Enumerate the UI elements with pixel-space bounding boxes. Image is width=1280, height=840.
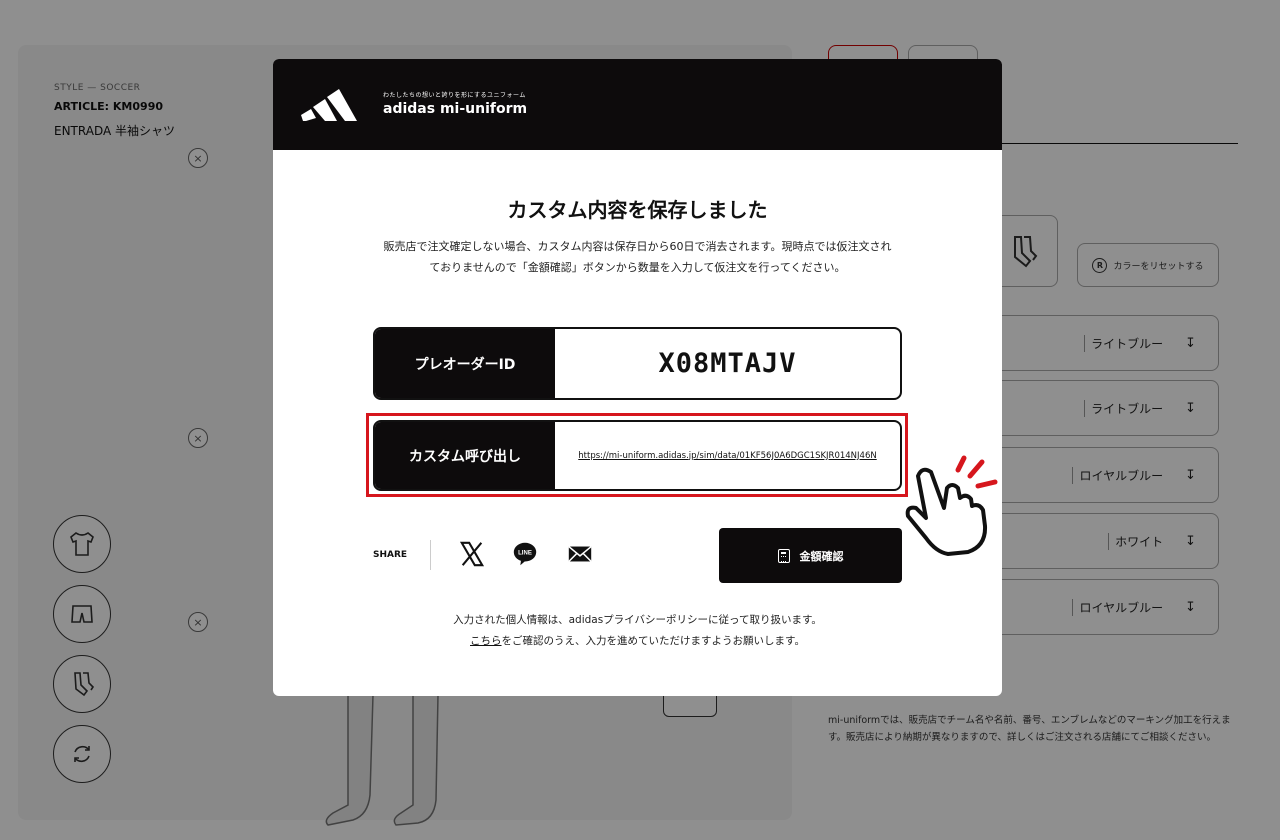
custom-call-label: カスタム呼び出し [375,422,555,489]
pointing-hand-icon [905,455,998,556]
line-icon[interactable]: LINE [510,539,540,569]
privacy-line-2: こちらをご確認のうえ、入力を進めていただけますようお願いします。 [273,631,1002,652]
preorder-id-label: プレオーダーID [375,329,555,398]
preorder-id-value: X08MTAJV [658,348,797,379]
preorder-id-box: プレオーダーID X08MTAJV [373,327,902,400]
share-label: SHARE [373,550,408,560]
privacy-notice: 入力された個人情報は、adidasプライバシーポリシーに従って取り扱います。 こ… [273,610,1002,652]
mail-icon[interactable] [565,539,595,569]
share-divider [430,540,431,570]
custom-call-box: カスタム呼び出し https://mi-uniform.adidas.jp/si… [373,420,902,491]
privacy-line-2-text: をご確認のうえ、入力を進めていただけますようお願いします。 [501,635,805,647]
calculator-icon [777,548,790,563]
x-icon[interactable] [457,539,487,569]
custom-call-url-link[interactable]: https://mi-uniform.adidas.jp/sim/data/01… [555,422,900,489]
privacy-link[interactable]: こちら [470,635,502,647]
brand-tagline: わたしたちの想いと誇りを形にするユニフォーム [383,92,526,99]
price-check-label: 金額確認 [799,549,844,563]
price-check-button[interactable]: 金額確認 [719,528,902,583]
modal-title: カスタム内容を保存しました [507,198,768,222]
modal-description: 販売店で注文確定しない場合、カスタム内容は保存日から60日で消去されます。現時点… [383,240,892,274]
modal-header: わたしたちの想いと誇りを形にするユニフォーム adidas mi-uniform [273,59,1002,150]
line-text: LINE [518,550,532,556]
privacy-line-1: 入力された個人情報は、adidasプライバシーポリシーに従って取り扱います。 [453,614,822,626]
adidas-logo-icon [301,89,357,121]
brand-name: adidas mi-uniform [383,101,528,117]
save-complete-modal: わたしたちの想いと誇りを形にするユニフォーム adidas mi-uniform… [273,59,1002,696]
